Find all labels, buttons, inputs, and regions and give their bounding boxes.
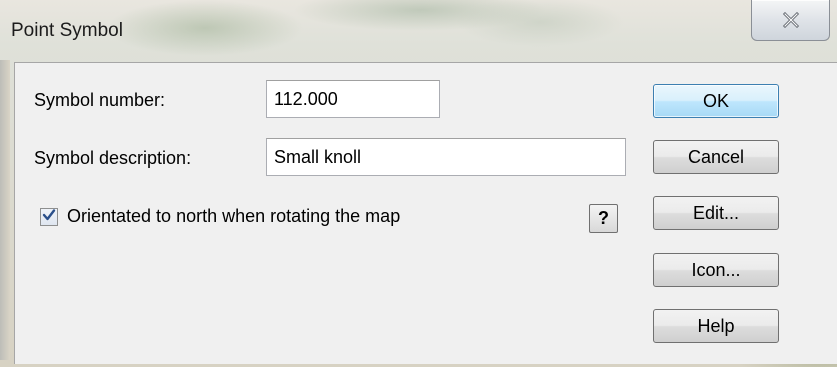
orient-north-checkbox[interactable] [40, 208, 58, 226]
symbol-number-field[interactable] [266, 80, 440, 118]
edit-button[interactable]: Edit... [653, 196, 779, 230]
symbol-number-label: Symbol number: [34, 90, 166, 110]
ok-button[interactable]: OK [653, 84, 779, 118]
symbol-description-field[interactable] [266, 138, 626, 176]
symbol-description-label: Symbol description: [34, 148, 192, 168]
checkmark-icon [42, 208, 56, 227]
context-help-button[interactable]: ? [589, 204, 618, 233]
window-border [0, 60, 10, 360]
help-button[interactable]: Help [653, 309, 779, 343]
close-button[interactable] [751, 0, 830, 41]
orient-north-label[interactable]: Orientated to north when rotating the ma… [67, 206, 400, 227]
question-mark-icon: ? [598, 208, 609, 228]
icon-button[interactable]: Icon... [653, 253, 779, 287]
window-title: Point Symbol [11, 20, 123, 41]
close-icon [782, 12, 800, 28]
cancel-button[interactable]: Cancel [653, 140, 779, 174]
